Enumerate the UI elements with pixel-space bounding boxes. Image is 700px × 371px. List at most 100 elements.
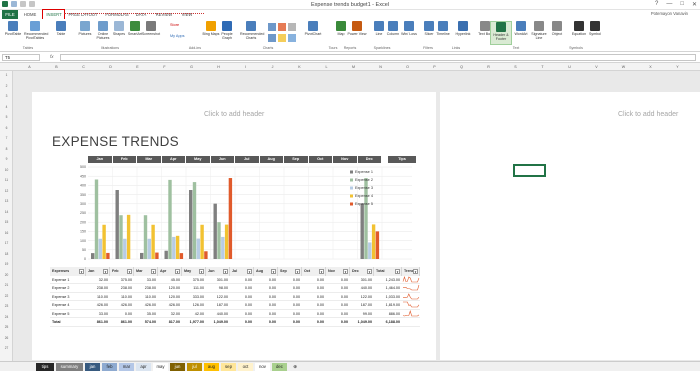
table-cell[interactable]: 0.00 xyxy=(278,293,302,302)
column-header-e[interactable]: E xyxy=(124,63,151,71)
row-header-14[interactable]: 14 xyxy=(0,210,13,214)
table-cell[interactable]: 0.00 xyxy=(230,293,254,302)
sheet-tab-jun[interactable]: jun xyxy=(170,363,185,371)
row-header-17[interactable]: 17 xyxy=(0,241,13,245)
table-cell[interactable]: 0.00 xyxy=(278,284,302,293)
row-header-26[interactable]: 26 xyxy=(0,336,13,340)
column-header-j[interactable]: J xyxy=(259,63,286,71)
filter-dropdown-icon[interactable]: ▾ xyxy=(199,268,204,274)
table-cell[interactable]: 1,049.00 xyxy=(350,318,374,327)
row-header-2[interactable]: 2 xyxy=(0,84,13,88)
table-cell[interactable]: 32.00 xyxy=(86,276,110,285)
row-header-8[interactable]: 8 xyxy=(0,147,13,151)
table-cell[interactable]: 1,033.00 xyxy=(374,293,402,302)
table-cell[interactable]: 0.00 xyxy=(302,276,326,285)
column-header-p[interactable]: P xyxy=(421,63,448,71)
column-header-f[interactable]: F xyxy=(151,63,178,71)
row-label[interactable]: Expense 2 xyxy=(50,284,86,293)
column-header-feb[interactable]: Feb ▾ xyxy=(110,267,134,276)
column-header-c[interactable]: C xyxy=(70,63,97,71)
filter-dropdown-icon[interactable]: ▾ xyxy=(127,268,132,274)
table-cell[interactable]: 0.00 xyxy=(230,301,254,310)
people-graph-button[interactable]: People Graph xyxy=(216,21,238,45)
filter-dropdown-icon[interactable]: ▾ xyxy=(413,268,418,274)
filter-dropdown-icon[interactable]: ▾ xyxy=(395,268,400,274)
row-header-4[interactable]: 4 xyxy=(0,105,13,109)
column-header-jun[interactable]: Jun ▾ xyxy=(206,267,230,276)
filter-dropdown-icon[interactable]: ▾ xyxy=(367,268,372,274)
row-header-18[interactable]: 18 xyxy=(0,252,13,256)
formula-input[interactable] xyxy=(60,54,696,61)
page-2[interactable]: Click to add header xyxy=(440,92,700,360)
table-cell[interactable]: 0.00 xyxy=(254,276,278,285)
row-header-12[interactable]: 12 xyxy=(0,189,13,193)
row-header-11[interactable]: 11 xyxy=(0,178,13,182)
column-header-dec[interactable]: Dec ▾ xyxy=(350,267,374,276)
table-cell[interactable]: 98.00 xyxy=(206,284,230,293)
table-cell[interactable]: 122.00 xyxy=(206,293,230,302)
row-header-20[interactable]: 20 xyxy=(0,273,13,277)
table-cell[interactable]: 0.00 xyxy=(278,318,302,327)
column-header-total[interactable]: Total ▾ xyxy=(374,267,402,276)
column-header-nov[interactable]: Nov ▾ xyxy=(326,267,350,276)
table-cell[interactable]: 110.00 xyxy=(134,293,158,302)
column-header-may[interactable]: May ▾ xyxy=(182,267,206,276)
row-header-5[interactable]: 5 xyxy=(0,115,13,119)
header-placeholder[interactable]: Click to add header xyxy=(204,111,264,118)
table-cell[interactable]: 35.00 xyxy=(134,310,158,319)
column-header-o[interactable]: O xyxy=(394,63,421,71)
table-cell[interactable]: 0.00 xyxy=(254,301,278,310)
header-footer-button[interactable]: Header & Footer xyxy=(490,21,512,45)
tab-review[interactable]: REVIEW xyxy=(152,10,176,19)
column-header-h[interactable]: H xyxy=(205,63,232,71)
sheet-tab-jan[interactable]: jan xyxy=(85,363,100,371)
row-header-15[interactable]: 15 xyxy=(0,220,13,224)
column-header-m[interactable]: M xyxy=(340,63,367,71)
chart-type-icon[interactable] xyxy=(278,23,286,31)
table-cell[interactable]: 375.00 xyxy=(182,276,206,285)
table-cell[interactable]: 110.00 xyxy=(110,293,134,302)
screenshot-button[interactable]: Screenshot xyxy=(140,21,162,45)
trend-sparkline[interactable] xyxy=(402,275,420,285)
table-cell[interactable]: 6,188.00 xyxy=(374,318,402,327)
table-cell[interactable]: 0.00 xyxy=(302,293,326,302)
table-cell[interactable]: 0.00 xyxy=(326,293,350,302)
maximize-icon[interactable]: □ xyxy=(680,1,684,8)
row-label[interactable]: Expense 5 xyxy=(50,310,86,319)
trend-sparkline[interactable] xyxy=(402,292,420,302)
user-name[interactable]: Potemayon Vanavin xyxy=(651,11,688,16)
column-header-t[interactable]: T xyxy=(529,63,556,71)
trend-sparkline[interactable] xyxy=(402,318,420,327)
column-header-sep[interactable]: Sep ▾ xyxy=(278,267,302,276)
sheet-tab-tips[interactable]: tips xyxy=(36,363,54,371)
table-cell[interactable]: 99.00 xyxy=(350,310,374,319)
help-icon[interactable]: ? xyxy=(655,1,658,8)
column-header-oct[interactable]: Oct ▾ xyxy=(302,267,326,276)
column-header-r[interactable]: R xyxy=(475,63,502,71)
sheet-tab-oct[interactable]: oct xyxy=(238,363,253,371)
chart-type-icon[interactable] xyxy=(268,34,276,42)
table-cell[interactable]: 0.00 xyxy=(278,301,302,310)
column-header-n[interactable]: N xyxy=(367,63,394,71)
row-header-10[interactable]: 10 xyxy=(0,168,13,172)
tab-view[interactable]: VIEW xyxy=(178,10,196,19)
pivotchart-button[interactable]: PivotChart xyxy=(302,21,324,45)
recommended-charts-button[interactable]: Recommended Charts xyxy=(240,21,264,45)
chart-type-icon[interactable] xyxy=(268,23,276,31)
row-header-9[interactable]: 9 xyxy=(0,157,13,161)
table-cell[interactable]: 0.00 xyxy=(230,284,254,293)
column-header-expenses[interactable]: Expenses ▾ xyxy=(50,267,86,276)
recommended-pivottables-button[interactable]: Recommended PivotTables xyxy=(24,21,48,45)
table-cell[interactable]: 126.00 xyxy=(182,301,206,310)
table-cell[interactable]: 122.00 xyxy=(350,293,374,302)
filter-dropdown-icon[interactable]: ▾ xyxy=(151,268,156,274)
column-header-q[interactable]: Q xyxy=(448,63,475,71)
table-cell[interactable]: 1,049.00 xyxy=(206,318,230,327)
chart-type-icon[interactable] xyxy=(288,23,296,31)
table-cell[interactable]: 0.00 xyxy=(254,310,278,319)
table-cell[interactable]: 426.00 xyxy=(110,301,134,310)
object-button[interactable]: Object xyxy=(546,21,568,45)
chart-type-icon[interactable] xyxy=(278,34,286,42)
row-header-6[interactable]: 6 xyxy=(0,126,13,130)
column-header-u[interactable]: U xyxy=(556,63,583,71)
